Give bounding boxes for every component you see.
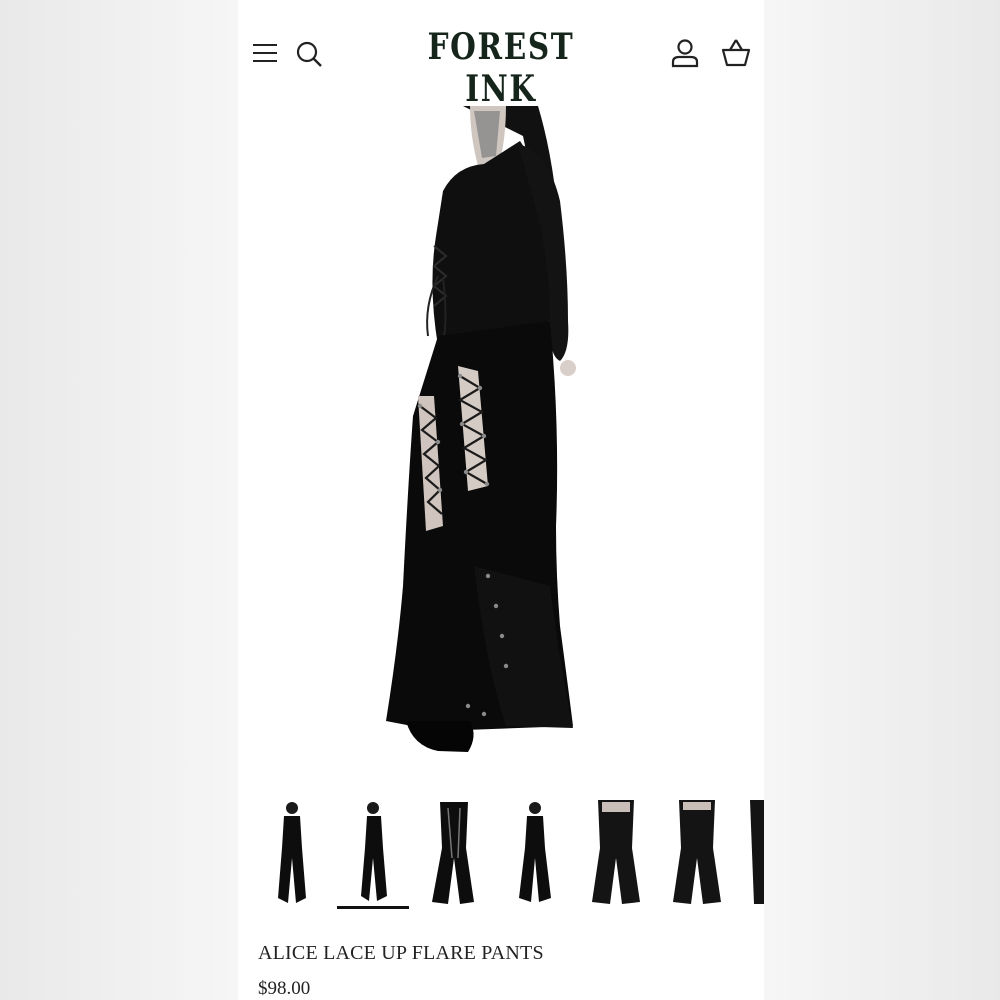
- thumbnail-1[interactable]: [256, 798, 328, 910]
- thumbnail-2[interactable]: [337, 798, 409, 910]
- thumbnail-7[interactable]: [742, 798, 764, 910]
- thumbnail-6[interactable]: [661, 798, 733, 910]
- product-page: FOREST INK ALICE LACE UP FLARE PANTS $98…: [238, 0, 764, 1000]
- search-icon[interactable]: [295, 40, 323, 68]
- product-main-image[interactable]: [238, 106, 764, 786]
- blurred-background-left: [0, 0, 238, 1000]
- cart-icon[interactable]: [721, 38, 751, 68]
- site-logo[interactable]: FOREST INK: [417, 26, 586, 110]
- menu-icon[interactable]: [252, 40, 278, 66]
- thumbnail-5[interactable]: [580, 798, 652, 910]
- product-title: ALICE LACE UP FLARE PANTS: [258, 942, 544, 964]
- account-icon[interactable]: [671, 38, 699, 68]
- site-header: FOREST INK: [238, 0, 764, 110]
- product-price: $98.00: [258, 978, 311, 999]
- blurred-background-right: [764, 0, 1000, 1000]
- image-thumbnails: [238, 798, 764, 914]
- selected-thumbnail-indicator: [337, 906, 409, 909]
- thumbnail-4[interactable]: [499, 798, 571, 910]
- thumbnail-3[interactable]: [418, 798, 490, 910]
